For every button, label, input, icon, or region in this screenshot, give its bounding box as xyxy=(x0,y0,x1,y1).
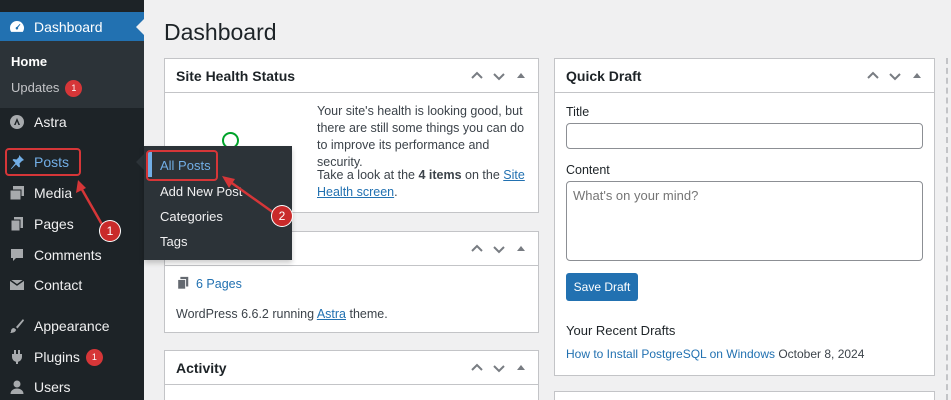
activity-widget: Activity xyxy=(164,350,539,400)
paintbrush-icon xyxy=(9,318,25,334)
save-draft-button[interactable]: Save Draft xyxy=(566,273,638,301)
recent-draft-item: How to Install PostgreSQL on Windows Oct… xyxy=(566,347,864,361)
posts-highlight-box xyxy=(5,148,81,176)
sidebar-item-contact[interactable]: Contact xyxy=(0,270,144,300)
move-down-icon[interactable] xyxy=(488,65,510,87)
users-icon xyxy=(9,379,25,395)
current-menu-arrow xyxy=(136,19,144,35)
version-suffix: theme. xyxy=(346,307,388,321)
widget-handle-actions xyxy=(466,65,532,87)
move-up-icon[interactable] xyxy=(466,65,488,87)
sidebar-item-astra[interactable]: Astra xyxy=(0,107,144,137)
sidebar-item-plugins[interactable]: Plugins 1 xyxy=(0,342,144,372)
submenu-item-label: Updates xyxy=(11,80,60,95)
wordpress-version-text: WordPress 6.6.2 running Astra theme. xyxy=(176,307,388,321)
sidebar-item-dashboard[interactable]: Dashboard xyxy=(0,12,144,42)
plugins-count-badge: 1 xyxy=(85,348,103,366)
widget-header: Activity xyxy=(165,351,538,385)
flyout-arrow xyxy=(136,154,144,170)
move-up-icon[interactable] xyxy=(466,238,488,260)
sidebar-item-users[interactable]: Users xyxy=(0,372,144,400)
health-text-mid: on the xyxy=(461,168,504,182)
site-health-message: Your site's health is looking good, but … xyxy=(317,104,525,169)
sidebar-item-label: Media xyxy=(34,185,73,201)
flyout-item-categories[interactable]: Categories xyxy=(160,209,223,224)
sidebar-item-label: Contact xyxy=(34,277,83,293)
widget-title: Site Health Status xyxy=(176,67,296,84)
theme-link[interactable]: Astra xyxy=(317,307,346,321)
submenu-item-updates[interactable]: Updates 1 xyxy=(11,80,83,98)
all-posts-highlight-box xyxy=(146,150,218,181)
sidebar-item-comments[interactable]: Comments xyxy=(0,240,144,270)
envelope-icon xyxy=(9,277,25,293)
version-prefix: WordPress 6.6.2 running xyxy=(176,307,317,321)
pages-count-icon xyxy=(176,276,190,293)
pages-icon xyxy=(9,216,25,232)
quick-draft-widget: Quick Draft Title Content Save Draft You… xyxy=(554,58,935,376)
widget-title: Quick Draft xyxy=(566,67,642,84)
content-label: Content xyxy=(566,163,610,177)
next-widget xyxy=(554,391,935,400)
move-down-icon[interactable] xyxy=(884,65,906,87)
comment-icon xyxy=(9,247,25,263)
sidebar-item-label: Plugins xyxy=(34,349,80,365)
sidebar-item-label: Astra xyxy=(34,114,67,130)
flyout-item-add-new-post[interactable]: Add New Post xyxy=(160,184,242,199)
dashboard-icon xyxy=(9,19,25,35)
page-title: Dashboard xyxy=(164,19,277,45)
sidebar-item-appearance[interactable]: Appearance xyxy=(0,311,144,341)
recent-draft-date: October 8, 2024 xyxy=(778,347,865,361)
updates-count-badge: 1 xyxy=(65,80,83,98)
health-items-count: 4 items xyxy=(418,168,462,182)
sidebar-item-media[interactable]: Media xyxy=(0,178,144,208)
widget-handle-actions xyxy=(466,238,532,260)
astra-icon xyxy=(9,114,25,130)
flyout-item-tags[interactable]: Tags xyxy=(160,234,187,249)
title-label: Title xyxy=(566,105,590,119)
health-text-prefix: Take a look at the xyxy=(317,168,419,182)
step-1-badge: 1 xyxy=(100,221,120,241)
admin-sidebar: Dashboard Home Updates 1 Astra Posts Medi… xyxy=(0,0,144,400)
move-down-icon[interactable] xyxy=(488,238,510,260)
pages-count-link[interactable]: 6 Pages xyxy=(196,277,242,291)
sidebar-item-label: Comments xyxy=(34,247,102,263)
sidebar-item-pages[interactable]: Pages xyxy=(0,209,144,239)
toggle-panel-icon[interactable] xyxy=(510,357,532,379)
health-text-suffix: . xyxy=(394,185,398,199)
step-2-badge: 2 xyxy=(272,206,292,226)
dashboard-submenu xyxy=(0,41,144,108)
move-up-icon[interactable] xyxy=(862,65,884,87)
sidebar-item-label: Appearance xyxy=(34,318,110,334)
widget-title: Activity xyxy=(176,359,227,376)
toggle-panel-icon[interactable] xyxy=(906,65,928,87)
sidebar-item-label: Pages xyxy=(34,216,74,232)
plugin-icon xyxy=(9,349,25,365)
glance-pages-row: 6 Pages xyxy=(176,276,242,293)
move-up-icon[interactable] xyxy=(466,357,488,379)
widget-header: Quick Draft xyxy=(555,59,934,93)
recent-draft-link[interactable]: How to Install PostgreSQL on Windows xyxy=(566,347,775,361)
draft-content-textarea[interactable] xyxy=(566,181,923,261)
sidebar-item-label: Dashboard xyxy=(34,19,103,35)
widget-handle-actions xyxy=(466,357,532,379)
toggle-panel-icon[interactable] xyxy=(510,65,532,87)
empty-column-dropzone xyxy=(946,58,948,400)
move-down-icon[interactable] xyxy=(488,357,510,379)
widget-handle-actions xyxy=(862,65,928,87)
site-health-items-text: Take a look at the 4 items on the Site H… xyxy=(317,167,533,201)
draft-title-input[interactable] xyxy=(566,123,923,149)
toggle-panel-icon[interactable] xyxy=(510,238,532,260)
media-icon xyxy=(9,185,25,201)
sidebar-item-label: Users xyxy=(34,379,71,395)
submenu-item-home[interactable]: Home xyxy=(11,54,47,69)
widget-header: Site Health Status xyxy=(165,59,538,93)
recent-drafts-heading: Your Recent Drafts xyxy=(566,323,676,338)
